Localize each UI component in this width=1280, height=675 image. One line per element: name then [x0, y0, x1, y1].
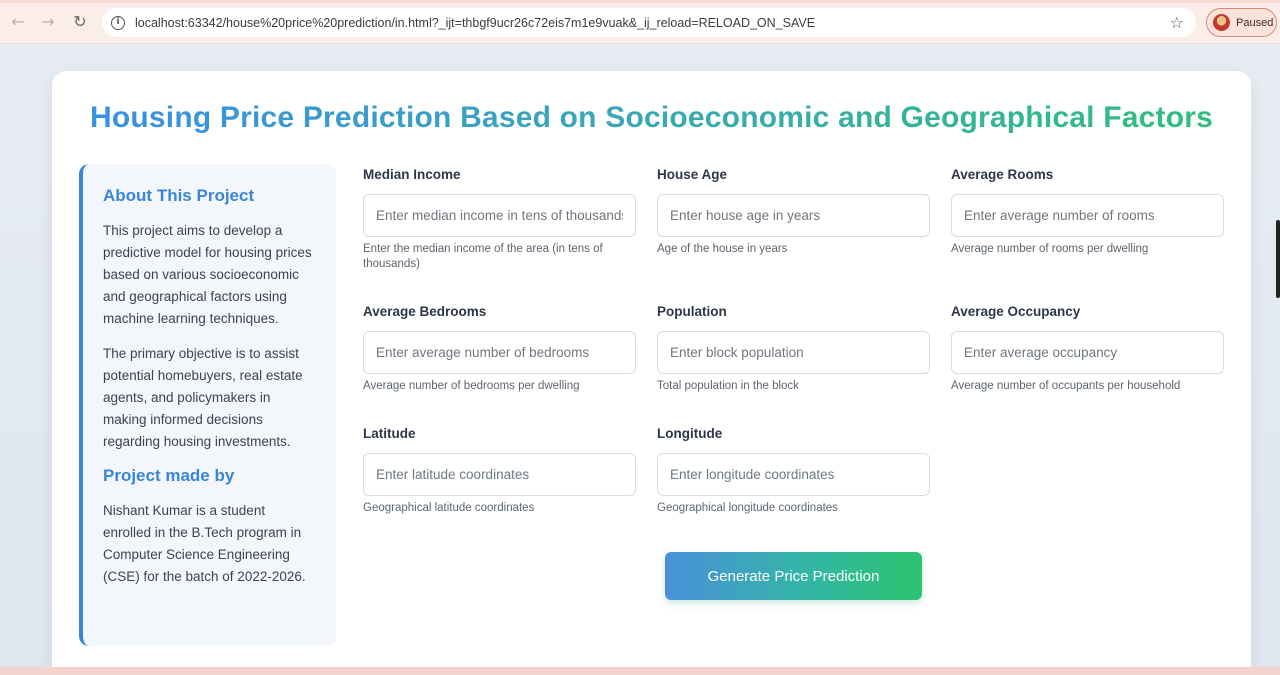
- house-age-hint: Age of the house in years: [657, 243, 788, 255]
- back-icon[interactable]: ←: [8, 12, 28, 32]
- median-income-label: Median Income: [363, 167, 461, 182]
- about-paragraph-1: This project aims to develop a predictiv…: [103, 223, 312, 326]
- population-hint: Total population in the block: [657, 380, 799, 392]
- average-occupancy-input[interactable]: [951, 331, 1224, 374]
- address-bar[interactable]: i localhost:63342/house%20price%20predic…: [102, 8, 1196, 37]
- average-rooms-hint: Average number of rooms per dwelling: [951, 243, 1149, 255]
- latitude-label: Latitude: [363, 426, 416, 441]
- average-rooms-label: Average Rooms: [951, 167, 1054, 182]
- average-bedrooms-label: Average Bedrooms: [363, 304, 487, 319]
- taskbar-edge: [0, 667, 1280, 675]
- latitude-input[interactable]: [363, 453, 636, 496]
- scrollbar-edge[interactable]: [1276, 220, 1280, 298]
- made-by-paragraph: Nishant Kumar is a student enrolled in t…: [103, 503, 306, 584]
- avatar: [1213, 14, 1230, 31]
- house-age-input[interactable]: [657, 194, 930, 237]
- average-rooms-input[interactable]: [951, 194, 1224, 237]
- median-income-input[interactable]: [363, 194, 636, 237]
- longitude-label: Longitude: [657, 426, 723, 441]
- browser-toolbar: ← → ↻ i localhost:63342/house%20price%20…: [0, 0, 1280, 44]
- longitude-input[interactable]: [657, 453, 930, 496]
- project-info-sidebar: About This Project This project aims to …: [79, 164, 336, 646]
- latitude-hint: Geographical latitude coordinates: [363, 502, 535, 514]
- bookmark-star-icon[interactable]: ☆: [1170, 13, 1184, 32]
- made-by-heading: Project made by: [103, 466, 235, 485]
- median-income-group: Median Income Enter the median income of…: [363, 167, 636, 272]
- forward-icon[interactable]: →: [38, 12, 58, 32]
- about-paragraph-2: The primary objective is to assist poten…: [103, 346, 303, 449]
- main-card: Housing Price Prediction Based on Socioe…: [52, 71, 1251, 675]
- average-occupancy-group: Average Occupancy Average number of occu…: [951, 304, 1224, 394]
- about-heading: About This Project: [103, 186, 255, 205]
- url-text[interactable]: localhost:63342/house%20price%20predicti…: [135, 16, 815, 30]
- page-title: Housing Price Prediction Based on Socioe…: [52, 101, 1251, 135]
- latitude-group: Latitude Geographical latitude coordinat…: [363, 426, 636, 516]
- longitude-hint: Geographical longitude coordinates: [657, 502, 838, 514]
- house-age-group: House Age Age of the house in years: [657, 167, 930, 257]
- average-rooms-group: Average Rooms Average number of rooms pe…: [951, 167, 1224, 257]
- profile-status: Paused: [1236, 16, 1274, 29]
- average-occupancy-hint: Average number of occupants per househol…: [951, 380, 1181, 392]
- tab-strip-edge: [0, 0, 1280, 3]
- site-info-icon[interactable]: i: [111, 15, 125, 30]
- median-income-hint: Enter the median income of the area (in …: [363, 243, 603, 270]
- population-input[interactable]: [657, 331, 930, 374]
- average-bedrooms-group: Average Bedrooms Average number of bedro…: [363, 304, 636, 394]
- average-occupancy-label: Average Occupancy: [951, 304, 1081, 319]
- longitude-group: Longitude Geographical longitude coordin…: [657, 426, 930, 516]
- house-age-label: House Age: [657, 167, 728, 182]
- population-label: Population: [657, 304, 727, 319]
- profile-button[interactable]: Paused: [1206, 8, 1277, 37]
- population-group: Population Total population in the block: [657, 304, 930, 394]
- reload-icon[interactable]: ↻: [70, 12, 90, 32]
- generate-prediction-button[interactable]: Generate Price Prediction: [665, 552, 922, 600]
- average-bedrooms-hint: Average number of bedrooms per dwelling: [363, 380, 580, 392]
- average-bedrooms-input[interactable]: [363, 331, 636, 374]
